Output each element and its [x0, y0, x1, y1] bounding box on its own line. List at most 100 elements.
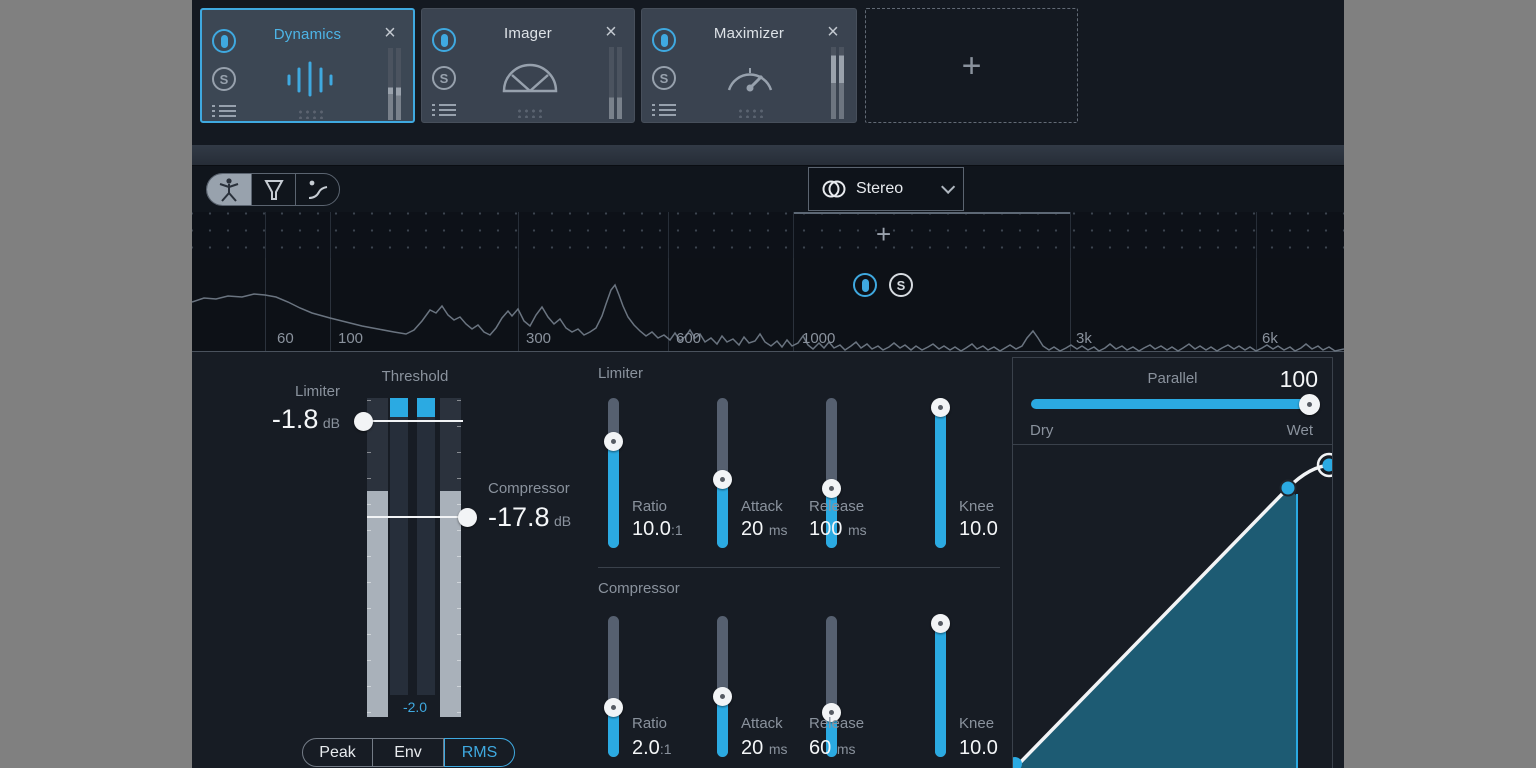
- compressor-ratio-handle[interactable]: [604, 698, 623, 717]
- close-icon[interactable]: ×: [824, 24, 842, 42]
- limiter-section-title: Limiter: [598, 365, 643, 382]
- slider-label: Attack: [741, 498, 783, 515]
- transfer-curve-graph[interactable]: [1013, 444, 1332, 768]
- limiter-threshold-line[interactable]: [363, 420, 463, 422]
- add-module-slot[interactable]: +: [865, 8, 1078, 123]
- parallel-value[interactable]: 100: [1280, 366, 1318, 393]
- preset-list-icon[interactable]: [652, 101, 676, 117]
- limiter-threshold-value[interactable]: -1.8 dB: [212, 404, 340, 435]
- module-card-maximizer[interactable]: Maximizer × S: [641, 8, 857, 123]
- meter-ticks-left: [367, 400, 371, 716]
- compressor-threshold-line[interactable]: [367, 516, 471, 518]
- limiter-ratio-handle[interactable]: [604, 432, 623, 451]
- drag-handle-icon[interactable]: [516, 108, 542, 118]
- parallel-slider-handle[interactable]: [1299, 394, 1320, 415]
- stick-figure-icon: [217, 177, 241, 203]
- slider-label: Attack: [741, 715, 783, 732]
- module-card-imager[interactable]: Imager × S: [421, 8, 635, 123]
- slider-label: Ratio: [632, 498, 667, 515]
- meter-ticks-right: [457, 400, 461, 716]
- crossover-band-row[interactable]: +: [192, 212, 1344, 258]
- slider-label: Release: [809, 498, 864, 515]
- module-meter: [388, 48, 401, 120]
- solo-icon[interactable]: S: [652, 66, 676, 90]
- slider-value: 60 ms: [809, 737, 855, 760]
- dynamics-detail-panel: Threshold Limiter -1.8 dB -2.0 Compresso…: [192, 352, 1344, 768]
- module-chain: Dynamics × S Imager × S: [192, 0, 1344, 145]
- limiter-threshold-handle[interactable]: [354, 412, 373, 431]
- channel-selector-dropdown[interactable]: Stereo: [808, 167, 964, 211]
- limiter-knee-handle[interactable]: [931, 398, 950, 417]
- dynamics-waveform-icon: [281, 61, 339, 97]
- freq-tick-label: 60: [277, 330, 294, 347]
- slider-value: 2.0:1: [632, 737, 672, 760]
- compressor-threshold-handle[interactable]: [458, 508, 477, 527]
- plus-icon: +: [962, 49, 982, 83]
- detection-mode-peak[interactable]: Peak: [302, 738, 373, 767]
- solo-icon[interactable]: S: [432, 66, 456, 90]
- solo-icon[interactable]: S: [212, 67, 236, 91]
- transfer-curve-view-button[interactable]: [295, 174, 339, 205]
- spectrum-curve: [192, 258, 1344, 352]
- curve-node-knee[interactable]: [1281, 481, 1296, 496]
- meter-inner-right: [417, 417, 435, 695]
- band-power-icon[interactable]: [853, 273, 877, 297]
- compressor-attack-handle[interactable]: [713, 687, 732, 706]
- meter-inner-left-over: [390, 398, 408, 417]
- limiter-knee-slider[interactable]: [935, 398, 946, 548]
- slider-label: Knee: [959, 498, 994, 515]
- module-card-dynamics[interactable]: Dynamics × S: [200, 8, 415, 123]
- band-solo-icon[interactable]: S: [889, 273, 913, 297]
- module-meter: [831, 47, 844, 119]
- detection-mode-rms[interactable]: RMS: [444, 738, 515, 767]
- slider-value: 10.0:1: [632, 518, 683, 541]
- slider-label: Knee: [959, 715, 994, 732]
- limiter-threshold-label: Limiter: [252, 383, 340, 400]
- slider-value: 10.0: [959, 737, 998, 760]
- parallel-slider[interactable]: [1031, 399, 1314, 409]
- limiter-attack-handle[interactable]: [713, 470, 732, 489]
- dry-label: Dry: [1030, 422, 1053, 439]
- threshold-view-button[interactable]: [251, 174, 295, 205]
- curve-node-top[interactable]: [1323, 459, 1333, 472]
- meter-inner-left: [390, 417, 408, 695]
- section-divider: [598, 567, 1000, 568]
- compressor-threshold-value[interactable]: -17.8 dB: [488, 502, 618, 533]
- compressor-section-title: Compressor: [598, 580, 680, 597]
- freq-tick-label: 3k: [1076, 330, 1092, 347]
- curve-node-bottom[interactable]: [1013, 757, 1022, 768]
- close-icon[interactable]: ×: [381, 25, 399, 43]
- spectrum-analyzer[interactable]: S 60 100 300 600 1000 3k 6k: [192, 258, 1344, 352]
- drag-handle-icon[interactable]: [297, 109, 323, 119]
- detection-filter-view-button[interactable]: [207, 174, 251, 205]
- screenshot-stage: Dynamics × S Imager × S: [0, 0, 1536, 768]
- compressor-knee-handle[interactable]: [931, 614, 950, 633]
- compressor-ratio-slider[interactable]: [608, 616, 619, 757]
- detection-mode-group: Peak Env RMS: [302, 738, 515, 767]
- funnel-icon: [263, 178, 285, 202]
- plugin-window: Dynamics × S Imager × S: [192, 0, 1344, 768]
- close-icon[interactable]: ×: [602, 24, 620, 42]
- maximizer-gauge-icon: [724, 62, 776, 94]
- compressor-knee-slider[interactable]: [935, 616, 946, 757]
- freq-tick-label: 600: [676, 330, 701, 347]
- meter-inner-right-over: [417, 398, 435, 417]
- freq-tick-label: 1000: [802, 330, 835, 347]
- view-mode-switcher: [206, 173, 340, 206]
- preset-list-icon[interactable]: [432, 101, 456, 117]
- detection-mode-env[interactable]: Env: [373, 738, 444, 767]
- add-band-icon[interactable]: +: [876, 219, 891, 250]
- stereo-channels-icon: [821, 179, 847, 199]
- preset-list-icon[interactable]: [212, 102, 236, 118]
- slider-value: 20 ms: [741, 518, 787, 541]
- drag-handle-icon[interactable]: [737, 108, 763, 118]
- compressor-threshold-label: Compressor: [488, 480, 584, 497]
- curve-icon: [306, 178, 330, 202]
- resize-strip: [192, 145, 1344, 166]
- limiter-ratio-slider[interactable]: [608, 398, 619, 548]
- limiter-release-handle[interactable]: [822, 479, 841, 498]
- slider-value: 10.0: [959, 518, 998, 541]
- slider-label: Release: [809, 715, 864, 732]
- compressor-release-slider[interactable]: [826, 616, 837, 757]
- slider-value: 100 ms: [809, 518, 867, 541]
